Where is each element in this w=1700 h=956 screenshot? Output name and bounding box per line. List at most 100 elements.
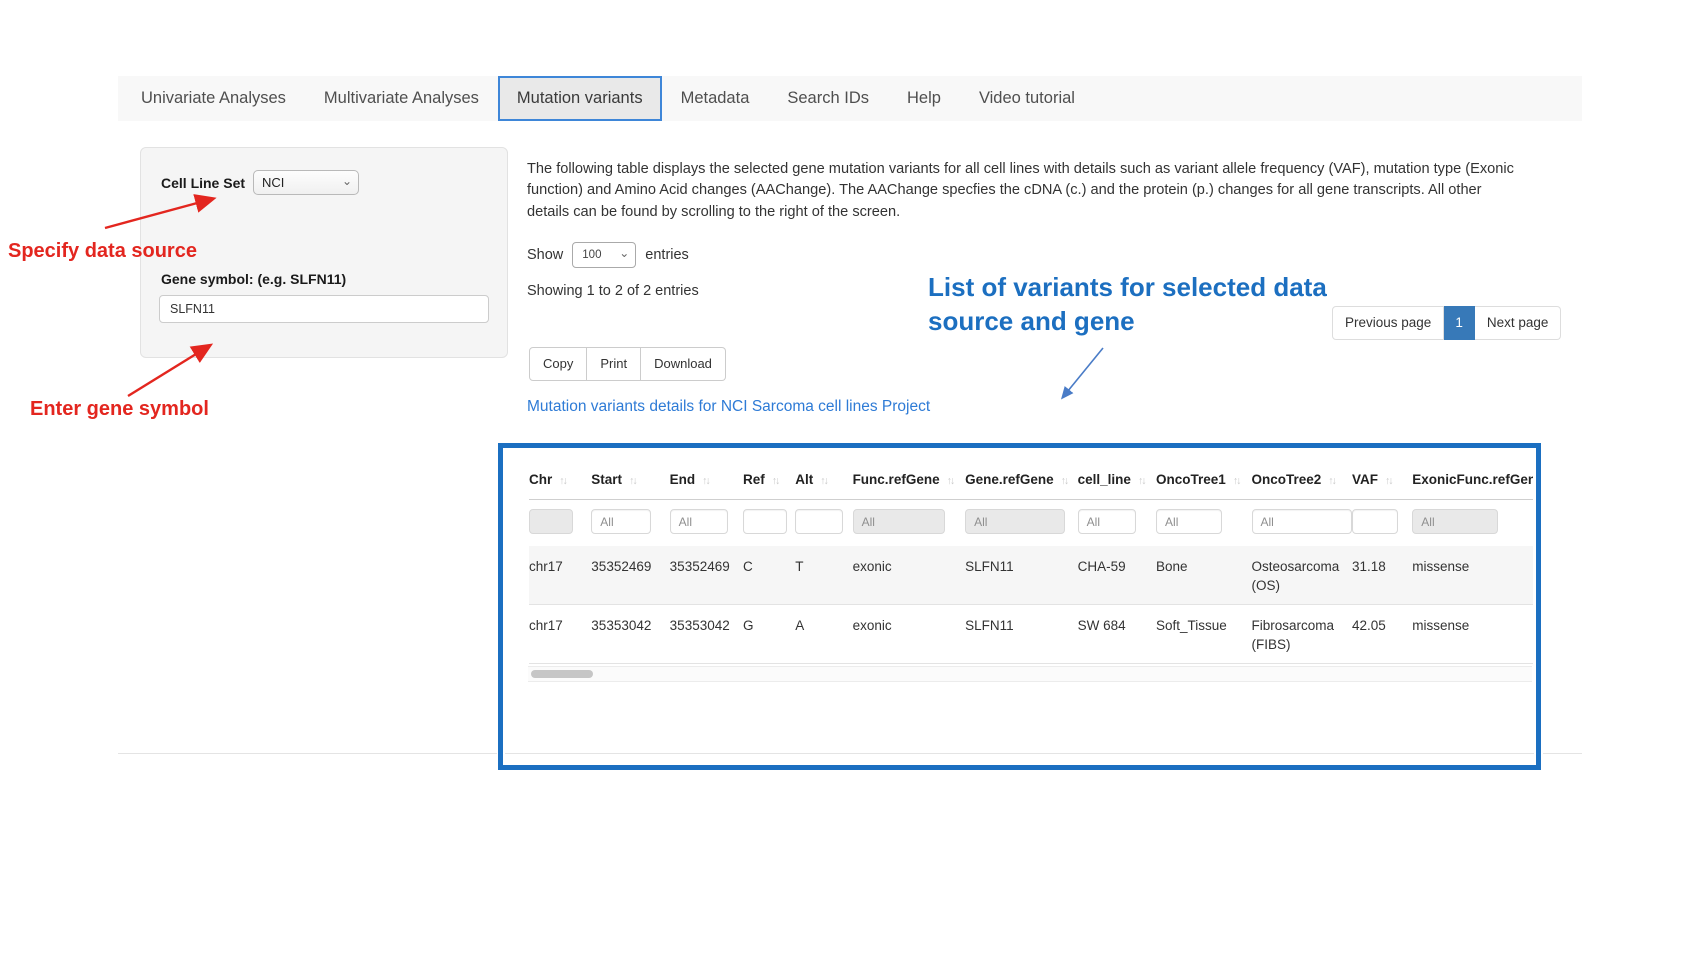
column-header-oncotree2[interactable]: OncoTree2↑↓: [1252, 456, 1353, 500]
blue-arrow-to-table: [1063, 348, 1103, 397]
column-header-label: Chr: [529, 472, 552, 487]
previous-page-button[interactable]: Previous page: [1332, 306, 1444, 340]
show-label: Show: [527, 247, 563, 263]
tab-multivariate-analyses[interactable]: Multivariate Analyses: [305, 76, 498, 121]
download-button[interactable]: Download: [641, 347, 726, 381]
table-cell: missense: [1412, 605, 1533, 664]
filter-oncotree2[interactable]: All: [1252, 509, 1352, 534]
app-page: Univariate Analyses Multivariate Analyse…: [0, 0, 1700, 956]
variants-table-container: Chr↑↓Start↑↓End↑↓Ref↑↓Alt↑↓Func.refGene↑…: [498, 443, 1541, 770]
column-header-end[interactable]: End↑↓: [670, 456, 743, 500]
annotation-specify-data-source: Specify data source: [8, 240, 197, 263]
gene-symbol-input[interactable]: [159, 295, 489, 323]
column-header-chr[interactable]: Chr ↑↓: [529, 456, 591, 500]
sort-icon: ↑↓: [559, 475, 566, 487]
filter-cell: [743, 500, 795, 547]
column-header-label: Gene.refGene: [965, 472, 1054, 487]
tab-mutation-variants[interactable]: Mutation variants: [498, 76, 662, 121]
table-cell: 35353042: [670, 605, 743, 664]
tab-video-tutorial[interactable]: Video tutorial: [960, 76, 1094, 121]
column-header-label: VAF: [1352, 472, 1378, 487]
next-page-button[interactable]: Next page: [1475, 306, 1562, 340]
table-cell: 35352469: [670, 546, 743, 605]
page-divider: [505, 753, 1534, 754]
show-entries-row: Show 100 ⌄ entries: [527, 242, 689, 268]
table-row: chr173535246935352469CTexonicSLFN11CHA-5…: [529, 546, 1533, 605]
print-button[interactable]: Print: [587, 347, 641, 381]
copy-button[interactable]: Copy: [529, 347, 587, 381]
tab-help[interactable]: Help: [888, 76, 960, 121]
table-cell: Soft_Tissue: [1156, 605, 1251, 664]
filter-cell: All: [670, 500, 743, 547]
column-header-label: End: [670, 472, 696, 487]
sort-icon: ↑↓: [947, 475, 954, 487]
column-header-oncotree1[interactable]: OncoTree1 ↑↓: [1156, 456, 1251, 500]
scrollbar-thumb[interactable]: [531, 670, 593, 678]
sort-icon: ↑↓: [820, 475, 827, 487]
table-filter-row: All All All All All All All All: [529, 500, 1533, 547]
filter-cell: All: [1078, 500, 1156, 547]
filter-cell: [795, 500, 852, 547]
export-button-group: Copy Print Download: [529, 347, 726, 381]
filter-chr[interactable]: [529, 509, 573, 534]
column-header-label: Func.refGene: [853, 472, 940, 487]
filter-func-refgene[interactable]: All: [853, 509, 945, 534]
filter-cell-line[interactable]: All: [1078, 509, 1136, 534]
table-cell: C: [743, 546, 795, 605]
chevron-down-icon: ⌄: [342, 175, 352, 187]
table-cell: T: [795, 546, 852, 605]
current-page-button[interactable]: 1: [1444, 306, 1475, 340]
table-cell: SLFN11: [965, 605, 1078, 664]
column-header-ref[interactable]: Ref ↑↓: [743, 456, 795, 500]
cell-line-set-label: Cell Line Set: [161, 175, 245, 191]
column-header-exonicfunc-refgene[interactable]: ExonicFunc.refGene↑↓: [1412, 456, 1533, 500]
table-cell: G: [743, 605, 795, 664]
table-cell: exonic: [853, 546, 966, 605]
table-cell: 42.05: [1352, 605, 1412, 664]
sort-icon: ↑↓: [1385, 475, 1392, 487]
filter-alt[interactable]: [795, 509, 843, 534]
top-navbar: Univariate Analyses Multivariate Analyse…: [118, 76, 1582, 121]
filter-cell: All: [1412, 500, 1533, 547]
tab-univariate-analyses[interactable]: Univariate Analyses: [122, 76, 305, 121]
column-header-label: Ref: [743, 472, 765, 487]
sort-icon: ↑↓: [1138, 475, 1145, 487]
cell-line-set-row: Cell Line Set NCI ⌄: [161, 170, 359, 195]
annotation-enter-gene-symbol: Enter gene symbol: [30, 398, 209, 421]
table-cell: 35353042: [591, 605, 669, 664]
showing-entries-status: Showing 1 to 2 of 2 entries: [527, 283, 699, 299]
filter-oncotree1[interactable]: All: [1156, 509, 1222, 534]
column-header-start[interactable]: Start↑↓: [591, 456, 669, 500]
table-cell: 35352469: [591, 546, 669, 605]
sort-icon: ↑↓: [772, 475, 779, 487]
filter-ref[interactable]: [743, 509, 787, 534]
filter-end[interactable]: All: [670, 509, 728, 534]
table-cell: 31.18: [1352, 546, 1412, 605]
filter-vaf[interactable]: [1352, 509, 1398, 534]
column-header-func-refgene[interactable]: Func.refGene ↑↓: [853, 456, 966, 500]
tab-metadata[interactable]: Metadata: [662, 76, 769, 121]
gene-symbol-label: Gene symbol: (e.g. SLFN11): [161, 271, 346, 287]
column-header-cell-line[interactable]: cell_line↑↓: [1078, 456, 1156, 500]
filter-exonicfunc-refgene[interactable]: All: [1412, 509, 1498, 534]
sort-icon: ↑↓: [629, 475, 636, 487]
table-cell: Fibrosarcoma (FIBS): [1252, 605, 1353, 664]
filter-start[interactable]: All: [591, 509, 651, 534]
column-header-label: ExonicFunc.refGene: [1412, 472, 1533, 487]
column-header-gene-refgene[interactable]: Gene.refGene↑↓: [965, 456, 1078, 500]
column-header-label: OncoTree1: [1156, 472, 1226, 487]
page-divider: [1543, 753, 1582, 754]
table-cell: SLFN11: [965, 546, 1078, 605]
variants-table: Chr↑↓Start↑↓End↑↓Ref↑↓Alt↑↓Func.refGene↑…: [529, 456, 1533, 664]
filter-gene-refgene[interactable]: All: [965, 509, 1065, 534]
cell-line-set-select[interactable]: NCI ⌄: [253, 170, 359, 195]
page-length-select[interactable]: 100 ⌄: [572, 242, 636, 268]
table-caption-link[interactable]: Mutation variants details for NCI Sarcom…: [527, 398, 930, 416]
column-header-alt[interactable]: Alt↑↓: [795, 456, 852, 500]
filter-cell: [529, 500, 591, 547]
table-cell: chr17: [529, 605, 591, 664]
table-cell: Osteosarcoma (OS): [1252, 546, 1353, 605]
sort-icon: ↑↓: [1233, 475, 1240, 487]
tab-search-ids[interactable]: Search IDs: [768, 76, 888, 121]
column-header-vaf[interactable]: VAF ↑↓: [1352, 456, 1412, 500]
